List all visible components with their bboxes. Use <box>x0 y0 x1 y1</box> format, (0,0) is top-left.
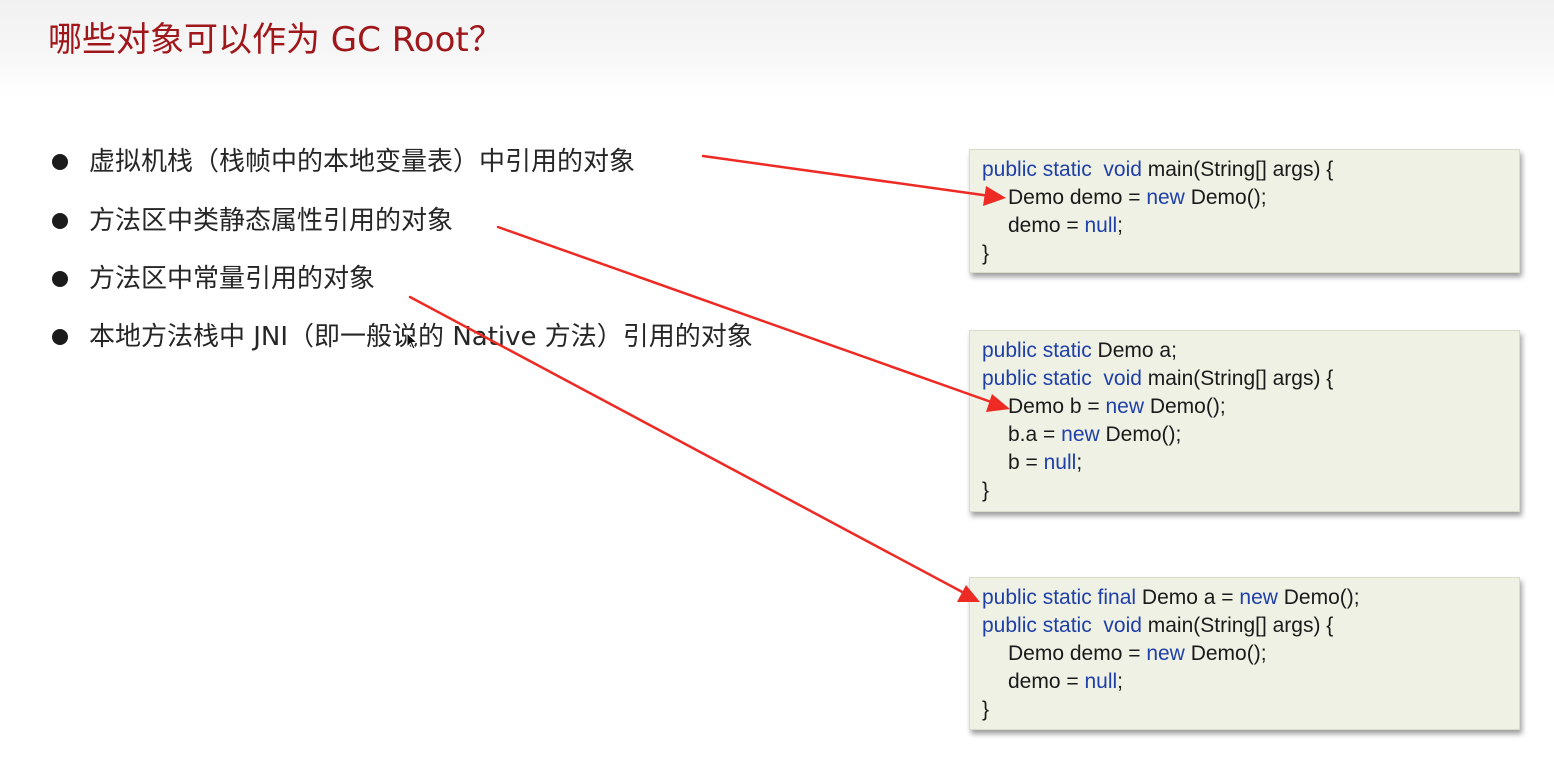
code-line: b = null; <box>982 449 1519 477</box>
code-keyword: new <box>1239 586 1278 609</box>
code-text: ; <box>1117 670 1124 693</box>
code-text: ; <box>1076 451 1083 474</box>
code-text: Demo a = <box>1136 586 1240 609</box>
code-box-stack: public static void main(String[] args) {… <box>969 149 1520 273</box>
code-text: main(String[] args) { <box>1141 614 1334 637</box>
code-line: } <box>982 696 1519 724</box>
code-keyword: null <box>1084 670 1118 693</box>
code-text: b.a = <box>1008 423 1062 446</box>
code-line: public static final Demo a = new Demo(); <box>982 584 1519 612</box>
code-text: } <box>982 698 990 721</box>
code-text: main(String[] args) { <box>1141 367 1334 390</box>
code-line: } <box>982 240 1519 268</box>
code-line: public static void main(String[] args) { <box>982 612 1519 640</box>
code-keyword: public static void <box>982 367 1142 390</box>
bullet-dot-icon <box>52 154 68 170</box>
code-keyword: public static final <box>982 586 1137 609</box>
code-text: demo = <box>1008 670 1085 693</box>
bullet-text: 虚拟机栈（栈帧中的本地变量表）中引用的对象 <box>89 147 636 177</box>
code-line: Demo demo = new Demo(); <box>982 640 1519 668</box>
code-text: Demo(); <box>1184 642 1267 665</box>
code-text: Demo a; <box>1091 339 1177 362</box>
slide-title: 哪些对象可以作为 GC Root？ <box>48 20 503 60</box>
code-line: demo = null; <box>982 668 1519 696</box>
code-text: Demo b = <box>1008 395 1106 418</box>
code-keyword: new <box>1146 186 1185 209</box>
code-line: public static void main(String[] args) { <box>982 365 1519 393</box>
bullet-text: 方法区中常量引用的对象 <box>89 264 376 294</box>
code-line: public static Demo a; <box>982 337 1519 365</box>
code-text: b = <box>1008 451 1044 474</box>
code-keyword: new <box>1105 395 1144 418</box>
code-box-static-field: public static Demo a; public static void… <box>969 330 1520 512</box>
code-line: demo = null; <box>982 212 1519 240</box>
code-text: Demo(); <box>1277 586 1360 609</box>
code-keyword: public static <box>982 339 1092 362</box>
bullet-dot-icon <box>52 271 68 287</box>
code-keyword: public static void <box>982 614 1142 637</box>
code-text: Demo(); <box>1184 186 1267 209</box>
bullet-dot-icon <box>52 213 68 229</box>
code-keyword: null <box>1043 451 1077 474</box>
mouse-cursor-icon <box>406 332 418 350</box>
code-line: Demo b = new Demo(); <box>982 393 1519 421</box>
arrow-vm-stack-to-code <box>701 154 1006 206</box>
code-keyword: public static void <box>982 158 1142 181</box>
code-keyword: null <box>1084 214 1118 237</box>
code-text: main(String[] args) { <box>1141 158 1334 181</box>
code-text: } <box>982 479 990 502</box>
code-text: Demo demo = <box>1008 642 1147 665</box>
code-box-constant: public static final Demo a = new Demo();… <box>969 577 1520 730</box>
code-keyword: new <box>1061 423 1100 446</box>
code-text: Demo demo = <box>1008 186 1147 209</box>
bullet-text: 本地方法栈中 JNI（即一般说的 Native 方法）引用的对象 <box>89 322 753 352</box>
code-text: Demo(); <box>1144 395 1226 418</box>
code-keyword: new <box>1146 642 1185 665</box>
code-text: } <box>982 242 990 265</box>
code-text: demo = <box>1008 214 1085 237</box>
code-text: Demo(); <box>1099 423 1182 446</box>
code-line: } <box>982 477 1519 505</box>
code-line: b.a = new Demo(); <box>982 421 1519 449</box>
bullet-dot-icon <box>52 329 68 345</box>
code-line: Demo demo = new Demo(); <box>982 184 1519 212</box>
code-text: ; <box>1117 214 1124 237</box>
code-line: public static void main(String[] args) { <box>982 156 1519 184</box>
bullet-text: 方法区中类静态属性引用的对象 <box>89 206 454 236</box>
